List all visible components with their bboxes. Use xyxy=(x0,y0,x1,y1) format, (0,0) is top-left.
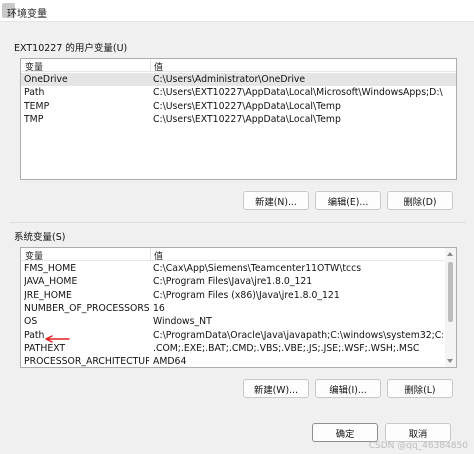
system-row-variable: FMS_HOME xyxy=(24,263,77,274)
user-variables-list[interactable]: 变量 值 OneDrive C:\Users\Administrator\OneD… xyxy=(20,58,457,180)
user-table-row[interactable]: OneDrive C:\Users\Administrator\OneDrive xyxy=(21,73,456,87)
user-table-row[interactable]: TMP C:\Users\EXT10227\AppData\Local\Temp xyxy=(21,113,456,126)
title-bar[interactable]: 环境变量 xyxy=(0,0,474,22)
system-table-row[interactable]: JRE_HOME C:\Program Files (x86)\Java\jre1… xyxy=(21,289,456,302)
user-new-button[interactable]: 新建(N)... xyxy=(243,191,309,210)
system-table-row[interactable]: PATHEXT .COM;.EXE;.BAT;.CMD;.VBS;.VBE;.JS… xyxy=(21,342,456,355)
user-row-value: C:\Users\EXT10227\AppData\Local\Temp xyxy=(153,113,341,125)
system-table-row[interactable]: NUMBER_OF_PROCESSORS 16 xyxy=(21,302,456,315)
system-row-variable: Path xyxy=(24,329,45,341)
system-row-variable: PATHEXT xyxy=(24,342,66,354)
system-row-value: 16 xyxy=(153,302,165,314)
user-row-variable: TEMP xyxy=(24,100,50,112)
system-table-row[interactable]: Path C:\ProgramData\Oracle\Java\javapath;… xyxy=(21,329,456,342)
section-divider xyxy=(10,222,466,223)
system-table-row[interactable]: FMS_HOME C:\Cax\App\Siemens\Teamcenter11O… xyxy=(21,262,456,275)
user-table-row[interactable]: Path C:\Users\EXT10227\AppData\Local\Micr… xyxy=(21,86,456,99)
user-col-separator[interactable] xyxy=(150,59,151,72)
system-table-row[interactable]: PROCESSOR_ARCHITECTURE AMD64 xyxy=(21,355,456,368)
system-table-row[interactable]: OS Windows_NT xyxy=(21,315,456,328)
system-row-variable: JRE_HOME xyxy=(24,289,72,301)
system-edit-button[interactable]: 编辑(I)... xyxy=(315,379,381,398)
user-row-variable: TMP xyxy=(24,113,44,125)
system-col-header-val[interactable]: 值 xyxy=(154,249,163,262)
user-row-value: C:\Users\EXT10227\AppData\Local\Temp xyxy=(153,100,341,112)
system-col-separator[interactable] xyxy=(150,248,151,261)
user-row-variable: OneDrive xyxy=(24,74,68,85)
system-row-value: C:\Program Files\Java\jre1.8.0_121 xyxy=(153,276,313,288)
user-row-variable: Path xyxy=(24,87,45,99)
watermark: CSDN @qq_46384850 xyxy=(368,441,468,451)
user-edit-button[interactable]: 编辑(E)... xyxy=(315,191,381,210)
ok-button[interactable]: 确定 xyxy=(312,423,378,442)
user-row-value: C:\Users\EXT10227\AppData\Local\Microsof… xyxy=(153,87,443,99)
system-row-value: C:\Program Files (x86)\Java\jre1.8.0_121 xyxy=(153,289,340,301)
user-delete-button[interactable]: 删除(D) xyxy=(387,191,453,210)
user-variables-label: EXT10227 的用户变量(U) xyxy=(14,43,128,54)
system-variables-label: 系统变量(S) xyxy=(14,232,66,243)
user-col-header-val[interactable]: 值 xyxy=(154,60,163,73)
system-row-value: C:\Cax\App\Siemens\Teamcenter11OTW\tccs xyxy=(153,263,362,274)
system-row-variable: NUMBER_OF_PROCESSORS xyxy=(24,302,149,314)
user-list-header: 变量 值 xyxy=(21,59,456,73)
system-row-variable: OS xyxy=(24,316,38,328)
system-col-header-var[interactable]: 变量 xyxy=(25,249,43,262)
scroll-up-arrow-icon[interactable] xyxy=(447,252,453,256)
system-row-value: C:\ProgramData\Oracle\Java\javapath;C:\w… xyxy=(153,329,443,341)
system-row-value: Windows_NT xyxy=(153,316,212,328)
system-new-button[interactable]: 新建(W)... xyxy=(243,379,309,398)
system-list-scrollbar[interactable] xyxy=(445,248,456,367)
system-row-value: AMD64 xyxy=(153,356,187,368)
annotation-arrow-icon xyxy=(45,335,70,343)
system-row-variable: PROCESSOR_ARCHITECTURE xyxy=(24,356,149,368)
scroll-thumb[interactable] xyxy=(448,262,453,322)
user-row-value: C:\Users\Administrator\OneDrive xyxy=(153,74,306,85)
system-table-row[interactable]: JAVA_HOME C:\Program Files\Java\jre1.8.0_… xyxy=(21,275,456,288)
system-variables-list[interactable]: 变量 值 FMS_HOME C:\Cax\App\Siemens\Teamcent… xyxy=(20,247,457,368)
cancel-button[interactable]: 取消 xyxy=(385,423,451,442)
user-table-row[interactable]: TEMP C:\Users\EXT10227\AppData\Local\Temp xyxy=(21,100,456,113)
scroll-down-arrow-icon[interactable] xyxy=(447,359,453,363)
system-row-variable: JAVA_HOME xyxy=(24,276,78,288)
window-title: 环境变量 xyxy=(7,9,47,20)
user-col-header-var[interactable]: 变量 xyxy=(25,60,43,73)
system-delete-button[interactable]: 删除(L) xyxy=(387,379,453,398)
system-row-value: .COM;.EXE;.BAT;.CMD;.VBS;.VBE;.JS;.JSE;.… xyxy=(153,342,420,354)
system-list-header: 变量 值 xyxy=(21,248,456,262)
